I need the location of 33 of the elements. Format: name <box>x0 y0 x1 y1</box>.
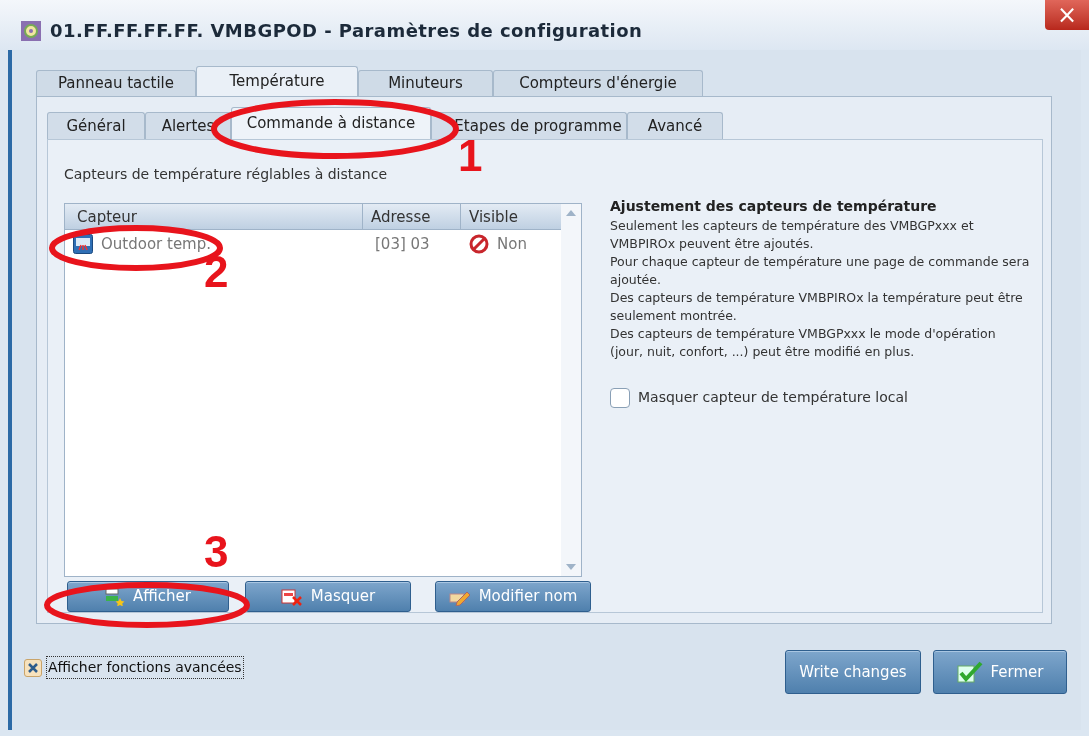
section-label: Capteurs de température réglables à distance <box>64 165 389 184</box>
close-button[interactable]: × <box>1045 0 1089 30</box>
forbidden-icon <box>469 234 489 254</box>
tab[interactable]: Température <box>196 66 358 96</box>
help-text: Pour chaque capteur de température une page de commande sera ajoutée. <box>610 253 1030 289</box>
table-cell-text: Non <box>497 233 527 255</box>
table-cell-text: Outdoor temp. <box>101 233 212 255</box>
tab[interactable]: Compteurs d'énergie <box>493 70 703 96</box>
scroll-up-icon <box>566 210 576 216</box>
x-mark-icon <box>27 661 39 674</box>
help-text: Des capteurs de température VMBGPxxx le mode d'opération (jour, nuit, confort, ...) peut être modifié en plus. <box>610 325 997 361</box>
gear-icon <box>20 19 42 42</box>
hide-local-checkbox[interactable]: Masquer capteur de température local <box>610 387 1024 408</box>
remove-list-icon <box>280 587 303 606</box>
column-header[interactable]: Capteur <box>65 204 363 229</box>
tab[interactable]: Panneau tactile <box>36 70 196 96</box>
tab[interactable]: Général <box>47 112 145 139</box>
scrollbar[interactable] <box>561 204 581 576</box>
column-header[interactable]: Visible <box>461 204 561 229</box>
checkmark-icon <box>956 661 983 683</box>
table-cell-text: [03] 03 <box>374 233 431 255</box>
annotation-number: 3 <box>204 530 229 574</box>
column-header[interactable]: Adresse <box>363 204 461 229</box>
tab[interactable]: Minuteurs <box>358 70 493 96</box>
help-title: Ajustement des capteurs de température <box>610 197 938 216</box>
scroll-down-icon <box>566 564 576 570</box>
help-text: Des capteurs de température VMBPIROx la température peut être seulement montrée. <box>610 289 1024 325</box>
tab[interactable]: Alertes <box>145 112 231 139</box>
window-title: 01.FF.FF.FF.FF. VMBGPOD - Paramètres de configuration <box>50 19 643 43</box>
tab[interactable]: Avancé <box>627 112 723 139</box>
help-text: Seulement les capteurs de température des VMBGPxxx et VMBPIROx peuvent être ajoutés. <box>610 217 975 253</box>
add-list-icon <box>105 587 126 606</box>
tab[interactable]: Commande à distance <box>231 107 431 139</box>
